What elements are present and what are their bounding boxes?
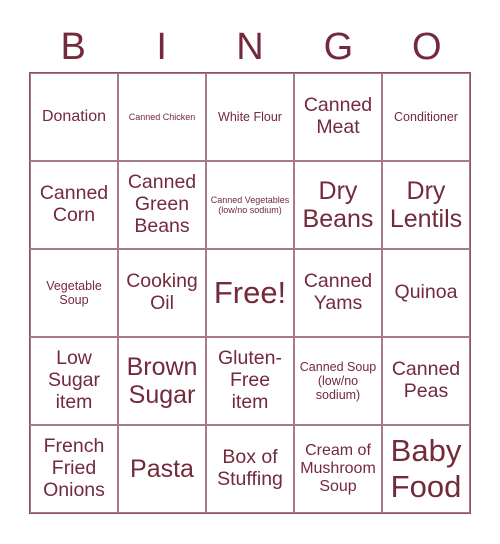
bingo-cell-label: Canned Meat bbox=[303, 94, 373, 138]
bingo-grid: Donation Canned Chicken White Flour Canned … bbox=[29, 72, 471, 514]
bingo-cell-label: Box of Stuffing bbox=[217, 446, 283, 490]
bingo-cell-label: Canned Corn bbox=[39, 182, 109, 226]
bingo-cell-label: Canned Soup (low/no sodium) bbox=[299, 360, 377, 402]
bingo-cell-label: Vegetable Soup bbox=[46, 279, 102, 307]
header-letter-o: O bbox=[412, 26, 442, 68]
bingo-cell[interactable]: Quinoa bbox=[382, 249, 470, 337]
bingo-cell-label: Dry Beans bbox=[302, 177, 374, 233]
bingo-cell-label: Canned Chicken bbox=[128, 111, 196, 122]
bingo-cell[interactable]: Canned Soup (low/no sodium) bbox=[294, 337, 382, 425]
bingo-cell[interactable]: Vegetable Soup bbox=[30, 249, 118, 337]
bingo-cell-label: French Fried Onions bbox=[43, 435, 105, 501]
header-letter-n: N bbox=[236, 26, 264, 68]
bingo-cell-label: Brown Sugar bbox=[126, 353, 198, 409]
bingo-cell[interactable]: Cream of Mushroom Soup bbox=[294, 425, 382, 513]
bingo-cell[interactable]: Gluten-Free item bbox=[206, 337, 294, 425]
header-letter-b: B bbox=[60, 26, 86, 68]
free-space-cell[interactable]: Free! bbox=[206, 249, 294, 337]
header-letter-i: I bbox=[156, 26, 167, 68]
bingo-cell[interactable]: White Flour bbox=[206, 73, 294, 161]
bingo-cell[interactable]: Canned Chicken bbox=[118, 73, 206, 161]
bingo-cell[interactable]: Canned Corn bbox=[30, 161, 118, 249]
bingo-cell[interactable]: Baby Food bbox=[382, 425, 470, 513]
bingo-header: B I N G O bbox=[29, 22, 471, 72]
bingo-cell[interactable]: Box of Stuffing bbox=[206, 425, 294, 513]
bingo-cell-label: Low Sugar item bbox=[47, 347, 101, 413]
bingo-cell[interactable]: Canned Meat bbox=[294, 73, 382, 161]
bingo-cell[interactable]: Dry Lentils bbox=[382, 161, 470, 249]
bingo-cell[interactable]: Dry Beans bbox=[294, 161, 382, 249]
bingo-cell-label: Canned Vegetables (low/no sodium) bbox=[210, 194, 290, 215]
bingo-cell-label: Donation bbox=[41, 108, 107, 126]
bingo-cell-label: White Flour bbox=[218, 110, 282, 124]
bingo-cell-label: Dry Lentils bbox=[389, 177, 463, 233]
bingo-cell-label: Pasta bbox=[130, 455, 194, 483]
bingo-cell-label: Canned Peas bbox=[391, 358, 461, 402]
bingo-cell-label: Quinoa bbox=[394, 281, 458, 304]
bingo-cell-label: Gluten-Free item bbox=[218, 347, 282, 413]
header-letter-g: G bbox=[323, 26, 354, 68]
bingo-cell[interactable]: Conditioner bbox=[382, 73, 470, 161]
bingo-cell-label: Baby Food bbox=[390, 433, 462, 504]
bingo-cell-label: Conditioner bbox=[394, 110, 458, 124]
bingo-cell[interactable]: Donation bbox=[30, 73, 118, 161]
bingo-cell-label: Cooking Oil bbox=[126, 270, 198, 314]
bingo-cell[interactable]: Pasta bbox=[118, 425, 206, 513]
bingo-cell[interactable]: Low Sugar item bbox=[30, 337, 118, 425]
bingo-cell[interactable]: Canned Peas bbox=[382, 337, 470, 425]
bingo-cell[interactable]: Canned Yams bbox=[294, 249, 382, 337]
bingo-cell[interactable]: Brown Sugar bbox=[118, 337, 206, 425]
bingo-cell[interactable]: French Fried Onions bbox=[30, 425, 118, 513]
bingo-cell-label: Canned Yams bbox=[303, 270, 373, 314]
bingo-cell[interactable]: Canned Green Beans bbox=[118, 161, 206, 249]
bingo-cell-label: Free! bbox=[213, 275, 287, 311]
bingo-cell[interactable]: Cooking Oil bbox=[118, 249, 206, 337]
bingo-cell-label: Cream of Mushroom Soup bbox=[300, 442, 376, 495]
bingo-cell[interactable]: Canned Vegetables (low/no sodium) bbox=[206, 161, 294, 249]
bingo-cell-label: Canned Green Beans bbox=[127, 171, 197, 237]
